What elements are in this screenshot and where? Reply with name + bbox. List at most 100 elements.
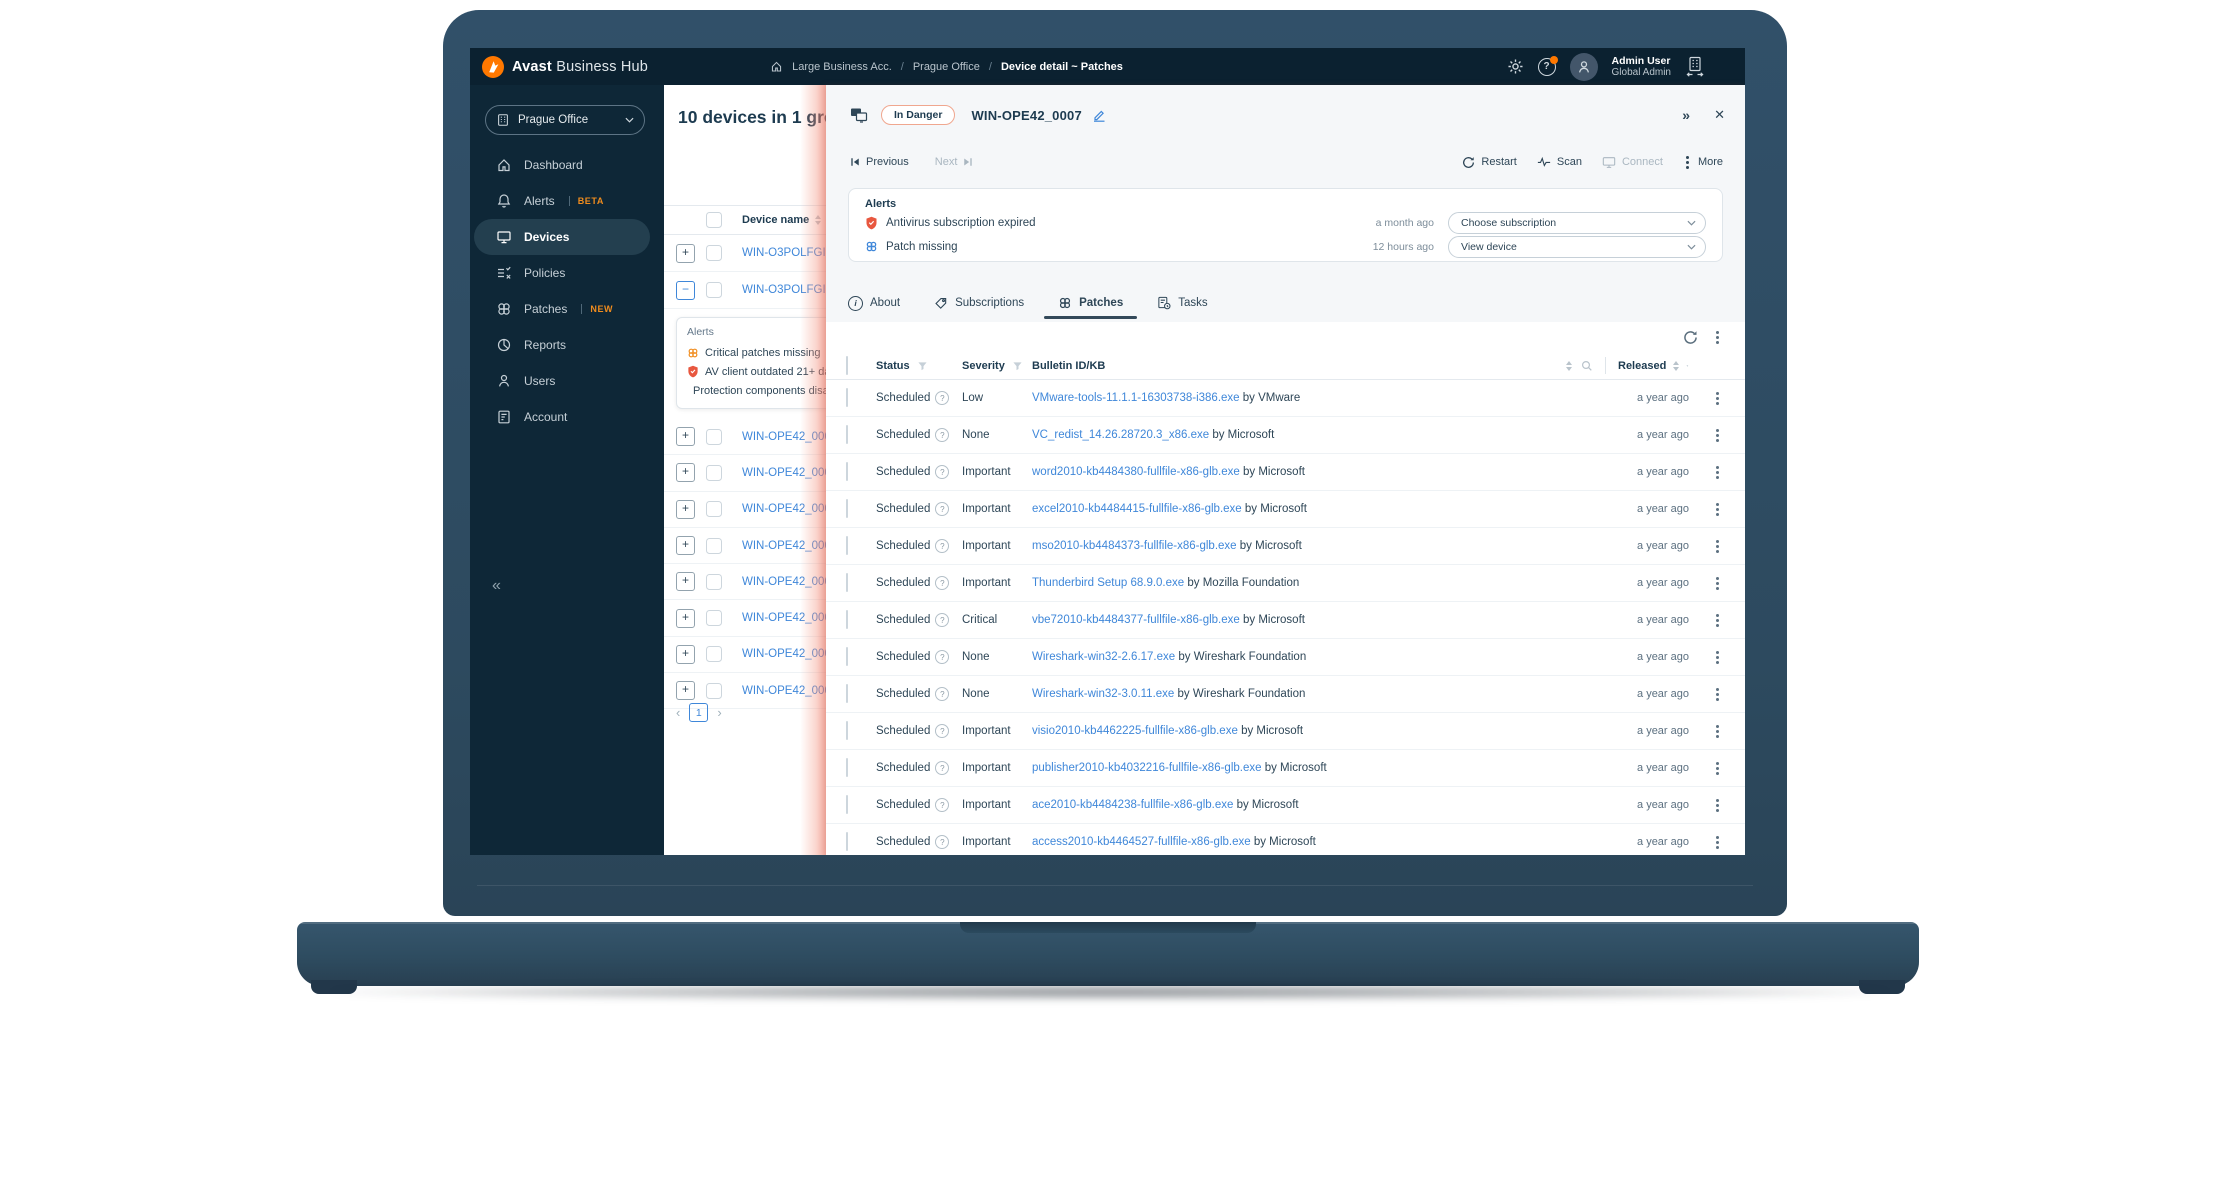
tab-about[interactable]: i About xyxy=(848,295,900,311)
row-checkbox[interactable] xyxy=(846,573,848,592)
status-column-header[interactable]: Status xyxy=(876,360,962,372)
sidebar-item-account[interactable]: Account xyxy=(470,399,664,435)
row-checkbox[interactable] xyxy=(706,682,722,699)
status-help-icon[interactable]: ? xyxy=(935,761,950,775)
org-selector[interactable]: Prague Office xyxy=(485,105,645,135)
bulletin-link[interactable]: VMware-tools-11.1.1-16303738-i386.exe xyxy=(1032,392,1240,404)
scan-button[interactable]: Scan xyxy=(1537,156,1582,168)
row-checkbox[interactable] xyxy=(706,428,722,445)
row-checkbox[interactable] xyxy=(846,684,848,703)
choose-subscription-select[interactable]: Choose subscription xyxy=(1448,211,1706,234)
row-menu-icon[interactable] xyxy=(1715,470,1719,474)
company-switcher-icon[interactable] xyxy=(1685,56,1705,78)
collapse-panel-icon[interactable]: » xyxy=(1682,107,1690,123)
previous-device-button[interactable]: Previous xyxy=(850,156,909,168)
page-number[interactable]: 1 xyxy=(689,703,709,722)
row-checkbox[interactable] xyxy=(846,647,848,666)
next-device-button[interactable]: Next xyxy=(935,156,974,168)
filter-icon[interactable] xyxy=(1686,361,1689,371)
row-checkbox[interactable] xyxy=(706,464,722,481)
close-icon[interactable]: ✕ xyxy=(1714,107,1725,123)
select-all-checkbox[interactable] xyxy=(846,355,848,375)
bulletin-link[interactable]: access2010-kb4464527-fullfile-x86-glb.ex… xyxy=(1032,836,1251,848)
status-help-icon[interactable]: ? xyxy=(935,539,950,553)
status-help-icon[interactable]: ? xyxy=(935,650,950,664)
expand-button[interactable]: + xyxy=(676,499,695,519)
help-icon[interactable]: ? xyxy=(1537,55,1558,76)
row-checkbox[interactable] xyxy=(706,245,722,261)
more-button[interactable]: More xyxy=(1683,156,1723,168)
sidebar-item-alerts[interactable]: Alerts BETA xyxy=(470,183,664,219)
next-page-button[interactable]: › xyxy=(717,705,721,720)
expand-button[interactable]: + xyxy=(676,681,695,701)
bulletin-link[interactable]: Thunderbird Setup 68.9.0.exe xyxy=(1032,577,1184,589)
status-help-icon[interactable]: ? xyxy=(935,502,950,516)
row-checkbox[interactable] xyxy=(706,501,722,518)
row-menu-icon[interactable] xyxy=(1715,766,1719,770)
row-checkbox[interactable] xyxy=(706,537,722,554)
row-checkbox[interactable] xyxy=(846,536,848,555)
row-checkbox[interactable] xyxy=(846,388,848,407)
row-checkbox[interactable] xyxy=(846,425,848,444)
row-menu-icon[interactable] xyxy=(1715,618,1719,622)
patch-row[interactable]: Scheduled ? Important ace2010-kb4484238-… xyxy=(826,787,1745,824)
row-checkbox[interactable] xyxy=(846,795,848,814)
patch-row[interactable]: Scheduled ? Important publisher2010-kb40… xyxy=(826,750,1745,787)
row-checkbox[interactable] xyxy=(846,721,848,740)
row-checkbox[interactable] xyxy=(846,499,848,518)
avatar[interactable] xyxy=(1569,52,1598,81)
status-help-icon[interactable]: ? xyxy=(935,835,950,849)
tab-subscriptions[interactable]: Subscriptions xyxy=(934,296,1024,310)
row-checkbox[interactable] xyxy=(706,282,722,298)
row-menu-icon[interactable] xyxy=(1715,840,1719,844)
bulletin-link[interactable]: vbe72010-kb4484377-fullfile-x86-glb.exe xyxy=(1032,614,1240,626)
bulletin-link[interactable]: publisher2010-kb4032216-fullfile-x86-glb… xyxy=(1032,762,1262,774)
patch-row[interactable]: Scheduled ? None Wireshark-win32-3.0.11.… xyxy=(826,676,1745,713)
collapse-button[interactable]: − xyxy=(676,280,695,300)
status-help-icon[interactable]: ? xyxy=(935,613,950,627)
status-help-icon[interactable]: ? xyxy=(935,687,950,701)
patch-row[interactable]: Scheduled ? Important access2010-kb44645… xyxy=(826,824,1745,855)
view-device-select[interactable]: View device xyxy=(1448,235,1706,258)
row-menu-icon[interactable] xyxy=(1715,729,1719,733)
prev-page-button[interactable]: ‹ xyxy=(676,705,680,720)
bulletin-link[interactable]: word2010-kb4484380-fullfile-x86-glb.exe xyxy=(1032,466,1240,478)
select-all-checkbox[interactable] xyxy=(706,212,722,228)
row-menu-icon[interactable] xyxy=(1715,581,1719,585)
sidebar-item-reports[interactable]: Reports xyxy=(470,327,664,363)
home-icon[interactable] xyxy=(770,60,783,73)
row-checkbox[interactable] xyxy=(846,758,848,777)
patch-row[interactable]: Scheduled ? Critical vbe72010-kb4484377-… xyxy=(826,602,1745,639)
patch-row[interactable]: Scheduled ? Important Thunderbird Setup … xyxy=(826,565,1745,602)
bulletin-link[interactable]: visio2010-kb4462225-fullfile-x86-glb.exe xyxy=(1032,725,1238,737)
row-menu-icon[interactable] xyxy=(1715,544,1719,548)
connect-button[interactable]: Connect xyxy=(1602,156,1663,169)
row-menu-icon[interactable] xyxy=(1715,396,1719,400)
sort-icon[interactable] xyxy=(1673,360,1680,371)
tab-tasks[interactable]: Tasks xyxy=(1157,296,1208,310)
status-help-icon[interactable]: ? xyxy=(935,724,950,738)
expand-button[interactable]: + xyxy=(676,608,695,628)
bulletin-link[interactable]: VC_redist_14.26.28720.3_x86.exe xyxy=(1032,429,1209,441)
row-checkbox[interactable] xyxy=(706,573,722,590)
tab-patches[interactable]: Patches xyxy=(1044,296,1138,319)
edit-icon[interactable] xyxy=(1092,108,1106,122)
expand-button[interactable]: + xyxy=(676,243,695,263)
status-help-icon[interactable]: ? xyxy=(935,465,950,479)
patch-row[interactable]: Scheduled ? None Wireshark-win32-2.6.17.… xyxy=(826,639,1745,676)
sidebar-item-patches[interactable]: Patches NEW xyxy=(470,291,664,327)
expand-button[interactable]: + xyxy=(676,463,695,483)
gear-icon[interactable] xyxy=(1507,58,1524,75)
expand-button[interactable]: + xyxy=(676,427,695,447)
row-checkbox[interactable] xyxy=(846,462,848,481)
sidebar-item-devices[interactable]: Devices xyxy=(474,219,650,255)
table-menu-icon[interactable] xyxy=(1716,335,1719,339)
bulletin-link[interactable]: Wireshark-win32-3.0.11.exe xyxy=(1032,688,1174,700)
status-help-icon[interactable]: ? xyxy=(935,428,950,442)
status-help-icon[interactable]: ? xyxy=(935,798,950,812)
patch-row[interactable]: Scheduled ? Important excel2010-kb448441… xyxy=(826,491,1745,528)
patch-row[interactable]: Scheduled ? Important mso2010-kb4484373-… xyxy=(826,528,1745,565)
row-checkbox[interactable] xyxy=(846,832,848,851)
patch-row[interactable]: Scheduled ? None VC_redist_14.26.28720.3… xyxy=(826,417,1745,454)
sidebar-collapse-button[interactable]: « xyxy=(492,577,501,595)
